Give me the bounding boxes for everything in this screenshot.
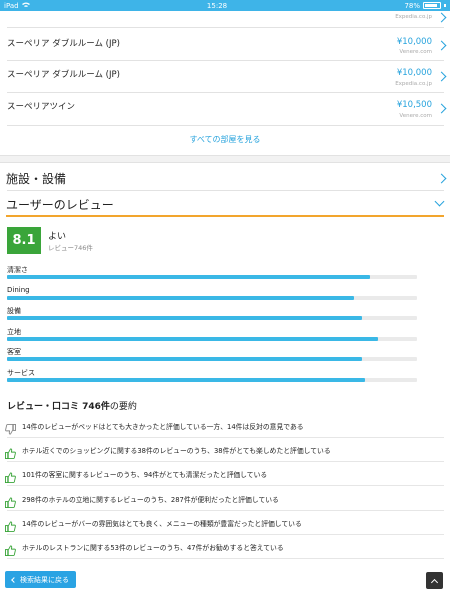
review-summary-text: ホテル近くでのショッピングに関する38件のレビューのうち、38件がとても楽しめた… — [22, 447, 331, 456]
thumbs-up-icon — [5, 493, 16, 508]
review-summary-item: 14件のレビューがバーの雰囲気はとても良く、メニューの種類が豊富だったと評価して… — [0, 511, 450, 535]
chevron-right-icon — [436, 173, 447, 184]
category-bar-fill — [7, 378, 365, 382]
chevron-left-icon — [11, 576, 17, 583]
category-bar-fill — [7, 316, 363, 320]
room-price: ¥10,000 — [396, 68, 432, 78]
status-bar: iPad 15:28 78% — [0, 0, 450, 11]
score-badge: 8.1 — [7, 227, 41, 254]
summary-title-suffix: の要約 — [109, 402, 137, 412]
room-source: Expedia.co.jp — [395, 14, 432, 20]
review-summary-item: 14件のレビューがベッドはとても大きかったと評価している一方、14件は反対の意見… — [0, 414, 450, 438]
review-summary-item: ホテル近くでのショッピングに関する38件のレビューのうち、38件がとても楽しめた… — [0, 438, 450, 463]
category-label: Dining — [7, 286, 30, 294]
chevron-up-icon — [430, 578, 439, 586]
thumbs-up-icon — [5, 468, 16, 484]
category-bar — [7, 378, 417, 382]
category-bar-fill — [7, 275, 370, 279]
review-count: レビュー746件 — [48, 244, 93, 252]
category-label: 客室 — [7, 348, 21, 356]
category-bar — [7, 275, 417, 279]
category-bar-fill — [7, 357, 363, 361]
chevron-right-icon — [436, 103, 447, 114]
category-label: 設備 — [7, 307, 21, 315]
review-summary-text: 101件の客室に関するレビューのうち、94件がとても清潔だったと評価している — [22, 471, 268, 480]
battery-percent: 78% — [404, 1, 420, 10]
room-price: ¥10,000 — [396, 37, 432, 47]
thumbs-up-icon — [5, 444, 16, 460]
category-label: 立地 — [7, 328, 21, 336]
category-label: 清潔さ — [7, 266, 28, 274]
thumbs-up-icon — [5, 541, 16, 556]
thumbs-up-icon — [5, 517, 16, 532]
thumbs-down-icon — [5, 420, 16, 435]
category-bar — [7, 296, 417, 300]
back-to-results-button[interactable]: 検索結果に戻る — [5, 571, 76, 588]
room-price: ¥10,500 — [396, 100, 432, 110]
chevron-right-icon — [436, 71, 447, 82]
room-name: スーペリアツイン — [7, 102, 76, 112]
review-summary-text: ホテルのレストランに関する53件のレビューのうち、47件がお勧めすると答えている — [22, 544, 284, 552]
review-summary-item: ホテルのレストランに関する53件のレビューのうち、47件がお勧めすると答えている — [0, 535, 450, 559]
category-bar — [7, 337, 417, 341]
category-bar-fill — [7, 296, 355, 300]
review-summary-text: 14件のレビューがベッドはとても大きかったと評価している一方、14件は反対の意見… — [22, 423, 304, 431]
review-summary-text: 298件のホテルの立地に関するレビューのうち、287件が便利だったと評価している — [22, 495, 279, 504]
section-title: 施設・設備 — [6, 172, 67, 186]
room-source: Venere.com — [399, 113, 432, 119]
back-button-label: 検索結果に戻る — [20, 575, 69, 584]
category-label: サービス — [7, 369, 35, 377]
status-time: 15:28 — [206, 1, 228, 10]
device-name: iPad — [4, 1, 19, 10]
category-bar — [7, 357, 417, 361]
category-bar-fill — [7, 337, 378, 341]
review-summary-title: レビュー・口コミ 746件の要約 — [7, 399, 137, 412]
summary-title-count: レビュー・口コミ 746件 — [7, 402, 110, 412]
see-all-rooms-link[interactable]: すべての部屋を見る — [0, 134, 450, 145]
chevron-right-icon — [436, 12, 447, 23]
wifi-icon — [21, 2, 30, 10]
chevron-right-icon — [436, 40, 447, 51]
score-rating-word: よい — [48, 232, 67, 242]
scroll-to-top-button[interactable] — [426, 572, 443, 589]
room-source: Venere.com — [399, 49, 432, 55]
chevron-down-icon — [434, 196, 445, 207]
section-title: ユーザーのレビュー — [6, 198, 114, 212]
review-summary-item: 298件のホテルの立地に関するレビューのうち、287件が便利だったと評価している — [0, 487, 450, 511]
category-bar — [7, 316, 417, 320]
battery-icon — [423, 2, 441, 9]
room-name: スーペリア ダブルルーム (JP) — [7, 70, 120, 80]
room-source: Expedia.co.jp — [395, 81, 432, 87]
review-summary-item: 101件の客室に関するレビューのうち、94件がとても清潔だったと評価している — [0, 462, 450, 487]
room-name: スーペリア ダブルルーム (JP) — [7, 39, 120, 49]
review-summary-text: 14件のレビューがバーの雰囲気はとても良く、メニューの種類が豊富だったと評価して… — [22, 519, 302, 528]
